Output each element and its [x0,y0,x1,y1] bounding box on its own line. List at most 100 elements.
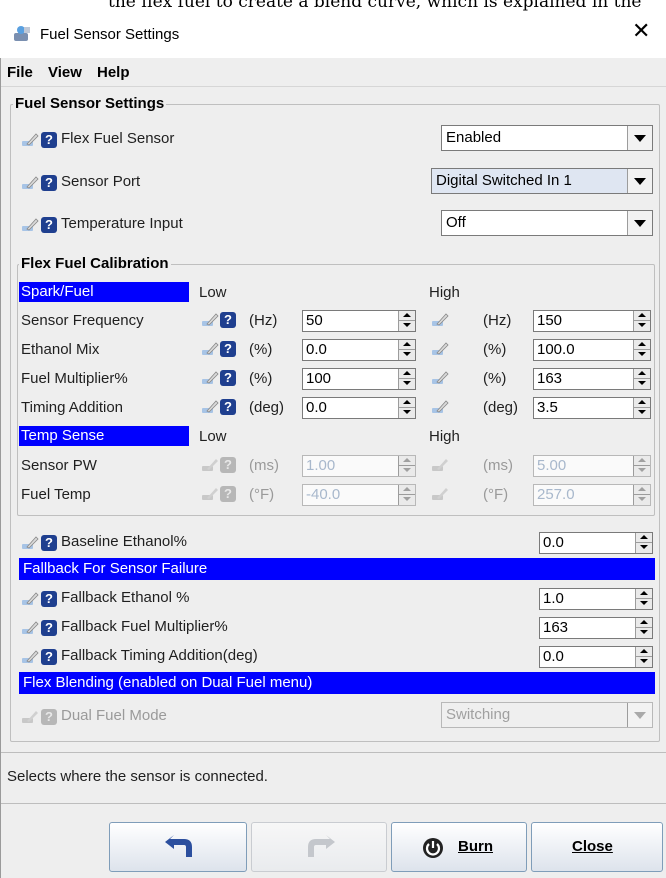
spin-up-icon[interactable] [636,647,652,657]
spinner-buttons [633,456,650,476]
help-icon[interactable]: ? [41,132,57,148]
menu-file[interactable]: File [7,64,33,81]
spin-down-icon[interactable] [634,321,650,331]
baseline-ethanol-label: Baseline Ethanol% [61,533,187,550]
pencil-icon[interactable] [21,217,39,233]
pencil-icon[interactable] [431,341,449,357]
menu-view[interactable]: View [48,64,82,81]
help-icon[interactable]: ? [41,175,57,191]
chevron-down-icon[interactable] [627,126,652,150]
sensor-frequency-low-spinner[interactable]: 50 [302,310,416,332]
spin-up-icon[interactable] [636,618,652,628]
menu-help[interactable]: Help [97,64,130,81]
spin-up-icon[interactable] [399,311,415,321]
status-text: Selects where the sensor is connected. [7,768,268,785]
help-icon[interactable]: ? [220,399,236,415]
spin-down-icon[interactable] [399,350,415,360]
pencil-icon[interactable] [21,649,39,665]
flex-fuel-sensor-select[interactable]: Enabled [441,125,653,151]
spin-up-icon[interactable] [634,369,650,379]
spin-up-icon[interactable] [634,311,650,321]
pencil-icon[interactable] [21,535,39,551]
temperature-input-label: Temperature Input [61,215,183,232]
spinner-buttons[interactable] [633,340,650,360]
timing-addition-low-spinner[interactable]: 0.0 [302,397,416,419]
fallback-fuel-multiplier-spinner[interactable]: 163 [539,617,653,639]
spinner-buttons[interactable] [398,398,415,418]
help-icon[interactable]: ? [41,591,57,607]
sensor-port-select[interactable]: Digital Switched In 1 [431,168,653,194]
chevron-down-icon[interactable] [627,211,652,235]
ethanol-mix-low-spinner[interactable]: 0.0 [302,339,416,361]
fallback-timing-spinner[interactable]: 0.0 [539,646,653,668]
spin-up-icon[interactable] [636,589,652,599]
spin-up-icon[interactable] [399,369,415,379]
pencil-icon [202,459,218,471]
help-icon: ? [41,709,57,725]
spin-up-icon[interactable] [399,340,415,350]
spin-down-icon[interactable] [636,599,652,609]
spin-down-icon[interactable] [399,379,415,389]
spin-down-icon[interactable] [634,408,650,418]
unit-label: (deg) [483,399,519,416]
background-document-text: the flex fuel to create a blend curve, w… [0,0,666,14]
temp-sense-header: Temp Sense [19,426,189,446]
spin-up-icon[interactable] [636,533,652,543]
fallback-ethanol-spinner[interactable]: 1.0 [539,588,653,610]
spin-down-icon[interactable] [634,350,650,360]
help-icon[interactable]: ? [41,649,57,665]
spinner-buttons[interactable] [633,369,650,389]
spinner-buttons[interactable] [635,647,652,667]
pencil-icon[interactable] [431,312,449,328]
pencil-icon[interactable] [431,370,449,386]
temperature-input-select[interactable]: Off [441,210,653,236]
pencil-icon[interactable] [201,312,219,328]
pencil-icon[interactable] [21,132,39,148]
help-icon[interactable]: ? [220,370,236,386]
help-icon[interactable]: ? [220,341,236,357]
help-icon[interactable]: ? [41,535,57,551]
pencil-icon[interactable] [201,341,219,357]
ethanol-mix-high-spinner[interactable]: 100.0 [533,339,651,361]
spin-up-icon[interactable] [399,398,415,408]
pencil-icon[interactable] [21,620,39,636]
help-icon[interactable]: ? [41,217,57,233]
spinner-buttons[interactable] [635,618,652,638]
cal-row-label: Ethanol Mix [21,341,100,358]
pencil-icon[interactable] [201,370,219,386]
fuel-multiplier-low-spinner[interactable]: 100 [302,368,416,390]
spinner-buttons[interactable] [635,533,652,553]
timing-addition-high-spinner[interactable]: 3.5 [533,397,651,419]
burn-button[interactable]: Burn [391,822,527,872]
spin-down-icon[interactable] [399,408,415,418]
spin-down-icon[interactable] [636,657,652,667]
spinner-value: 0.0 [543,648,564,665]
pencil-icon[interactable] [431,399,449,415]
fuel-multiplier-high-spinner[interactable]: 163 [533,368,651,390]
spinner-buttons[interactable] [398,340,415,360]
spin-down-icon[interactable] [636,628,652,638]
unit-label: (ms) [483,457,513,474]
baseline-ethanol-spinner[interactable]: 0.0 [539,532,653,554]
close-window-icon[interactable]: ✕ [632,19,650,44]
help-icon[interactable]: ? [41,620,57,636]
spinner-buttons[interactable] [398,311,415,331]
spin-down-icon[interactable] [634,379,650,389]
help-icon[interactable]: ? [220,312,236,328]
spinner-buttons[interactable] [398,369,415,389]
spinner-buttons[interactable] [635,589,652,609]
spark-fuel-header: Spark/Fuel [19,282,189,302]
pencil-icon[interactable] [201,399,219,415]
sensor-frequency-high-spinner[interactable]: 150 [533,310,651,332]
spin-up-icon[interactable] [634,340,650,350]
pencil-icon[interactable] [21,175,39,191]
spinner-buttons[interactable] [633,311,650,331]
undo-button[interactable] [109,822,247,872]
close-button[interactable]: Close [531,822,663,872]
pencil-icon[interactable] [21,591,39,607]
chevron-down-icon[interactable] [627,169,652,193]
spinner-buttons[interactable] [633,398,650,418]
spin-down-icon[interactable] [636,543,652,553]
spin-up-icon[interactable] [634,398,650,408]
spin-down-icon[interactable] [399,321,415,331]
